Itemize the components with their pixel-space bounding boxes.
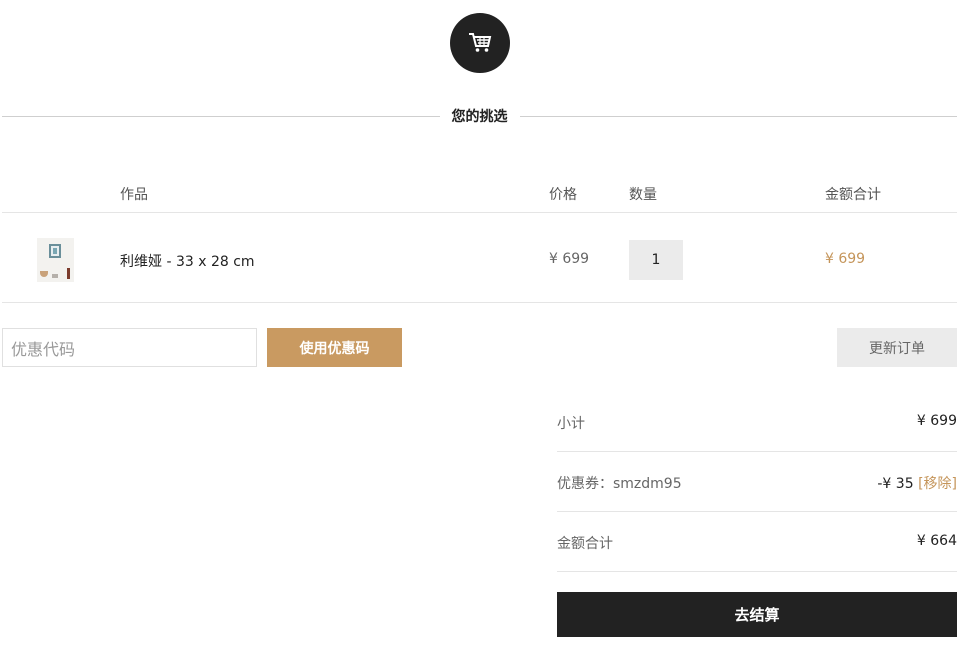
column-product: 作品 [120, 187, 148, 203]
update-order-button[interactable]: 更新订单 [837, 328, 957, 367]
total-value: ¥ 664 [916, 533, 957, 549]
cart-badge [450, 13, 510, 73]
divider-right [519, 115, 957, 117]
remove-coupon-link[interactable]: [移除] [918, 476, 957, 492]
line-total: ¥ 699 [825, 251, 866, 267]
coupon-row: 优惠券：smzdm95 -¥ 35 [移除] [557, 452, 957, 512]
product-thumbnail[interactable] [37, 238, 74, 282]
subtotal-value: ¥ 699 [916, 413, 957, 429]
checkout-button[interactable]: 去结算 [557, 592, 957, 637]
product-price: ¥ 699 [549, 251, 590, 267]
section-title: 您的挑选 [2, 105, 957, 127]
cart-table-header: 作品 价格 数量 金额合计 [2, 170, 957, 213]
column-price: 价格 [549, 187, 577, 203]
coupon-discount-value: -¥ 35 [877, 476, 914, 492]
subtotal-row: 小计 ¥ 699 [557, 392, 957, 452]
column-line-total: 金额合计 [825, 187, 881, 203]
shopping-cart-icon [469, 33, 492, 52]
total-row: 金额合计 ¥ 664 [557, 512, 957, 572]
quantity-input[interactable]: 1 [629, 240, 683, 280]
section-title-text: 您的挑选 [451, 109, 508, 125]
coupon-code-input[interactable]: 优惠代码 [2, 328, 257, 367]
apply-coupon-button[interactable]: 使用优惠码 [267, 328, 402, 367]
total-label: 金额合计 [557, 536, 613, 552]
divider-left [2, 115, 440, 117]
column-quantity: 数量 [629, 187, 657, 203]
coupon-value-group: -¥ 35 [移除] [877, 473, 957, 493]
table-row: 利维娅 - 33 x 28 cm ¥ 699 1 ¥ 699 [2, 213, 957, 303]
subtotal-label: 小计 [557, 416, 585, 432]
coupon-label: 优惠券：smzdm95 [557, 476, 682, 492]
product-name[interactable]: 利维娅 - 33 x 28 cm [120, 251, 255, 271]
order-summary: 小计 ¥ 699 优惠券：smzdm95 -¥ 35 [移除] 金额合计 ¥ 6… [557, 392, 957, 572]
